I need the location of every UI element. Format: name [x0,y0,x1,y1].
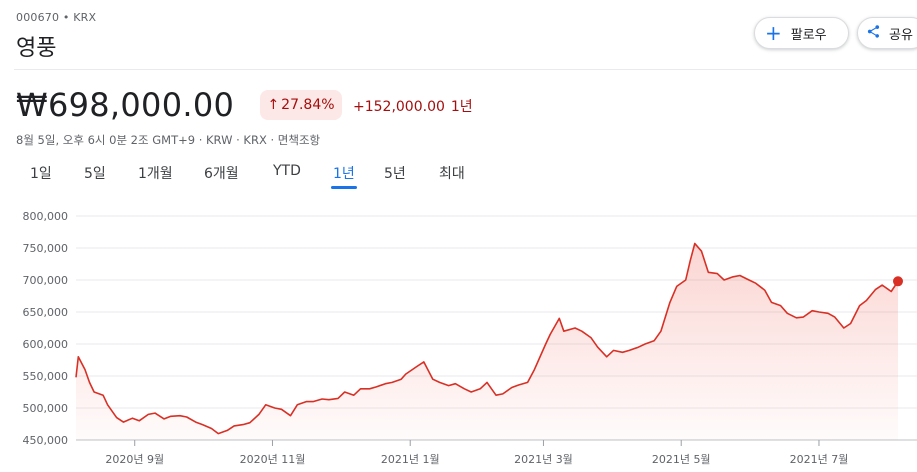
share-button[interactable]: 공유 [857,17,917,49]
y-tick-label: 750,000 [23,242,69,255]
change-percent-badge: ↑ 27.84% [260,90,342,120]
tab-5y[interactable]: 5년 [384,163,406,183]
follow-label: 팔로우 [790,27,827,43]
last-price-dot [893,276,903,287]
tab-1y[interactable]: 1년 [331,163,357,189]
x-tick-label: 2021년 1월 [381,453,440,466]
tab-ytd[interactable]: YTD [273,163,301,179]
tab-1d[interactable]: 1일 [30,163,52,183]
header-divider [14,69,917,70]
x-tick-label: 2021년 3월 [514,453,573,466]
x-tick-label: 2020년 11월 [240,453,306,466]
change-amount-row: +152,000.00 1년 [353,96,473,116]
price-chart[interactable]: 800,000 750,000 700,000 650,000 600,000 550,0… [0,198,917,472]
y-tick-label: 700,000 [23,274,69,287]
y-axis: 800,000 750,000 700,000 650,000 600,000 550,0… [23,210,69,447]
y-tick-label: 650,000 [23,306,69,319]
change-period: 1년 [450,99,473,115]
arrow-up-icon: ↑ [267,97,280,113]
price-area [76,243,898,440]
y-tick-label: 500,000 [23,402,69,415]
x-tick-label: 2020년 9월 [105,453,164,466]
tab-max[interactable]: 최대 [439,163,465,183]
y-tick-label: 550,000 [23,370,69,383]
change-amount: +152,000.00 [353,99,445,115]
plus-icon: + [765,21,782,45]
y-tick-label: 600,000 [23,338,69,351]
change-percent: 27.84% [281,97,335,113]
tab-5d[interactable]: 5일 [84,163,106,183]
share-label: 공유 [889,27,913,43]
tab-1m[interactable]: 1개월 [138,163,173,183]
x-axis: 2020년 9월 2020년 11월 2021년 1월 2021년 3월 2021년 5… [105,440,848,466]
share-icon [866,24,881,42]
x-tick-label: 2021년 7월 [790,453,849,466]
y-tick-label: 800,000 [23,210,69,223]
x-tick-label: 2021년 5월 [652,453,711,466]
current-price: ₩698,000.00 [16,86,235,124]
follow-button[interactable]: + 팔로우 [754,17,849,49]
ticker-label: 000670 • KRX [16,11,97,24]
y-tick-label: 450,000 [23,434,69,447]
stock-name: 영풍 [16,36,57,61]
quote-meta: 8월 5일, 오후 6시 0분 2조 GMT+9 · KRW · KRX · 면… [16,133,321,147]
tab-6m[interactable]: 6개월 [204,163,239,183]
